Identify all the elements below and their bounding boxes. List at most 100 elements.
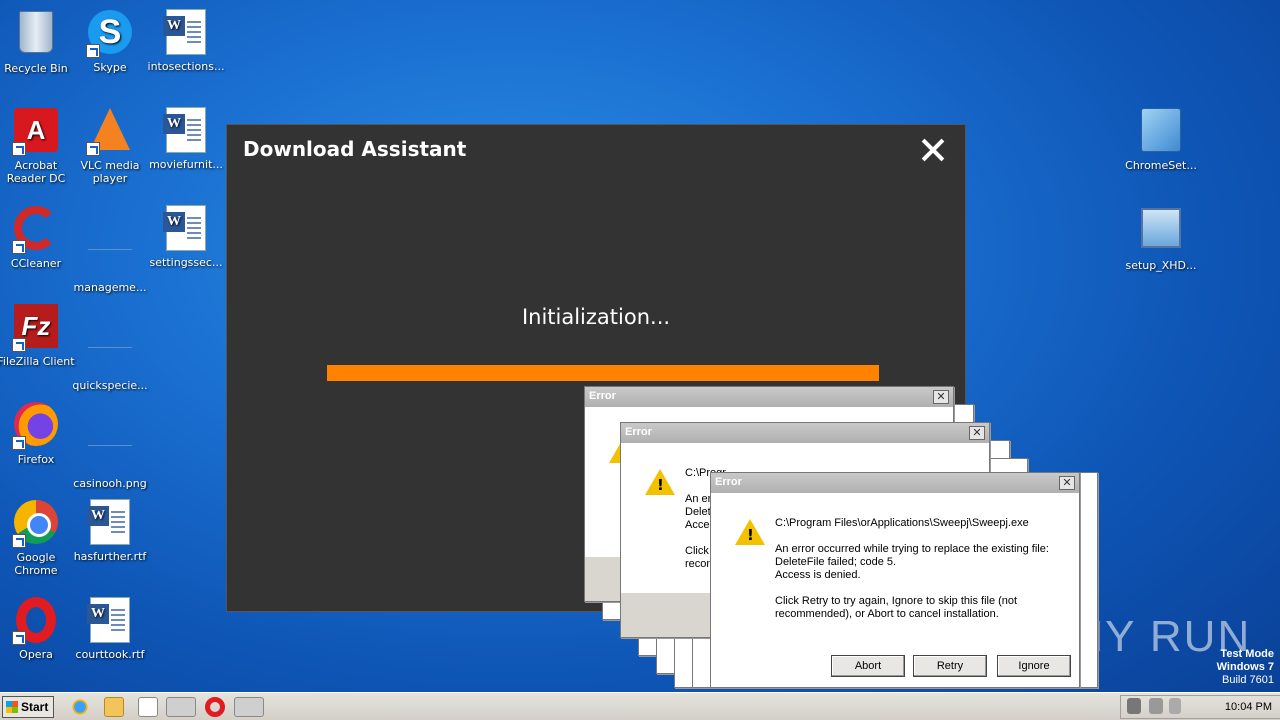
volume-icon[interactable] (1127, 698, 1141, 714)
file-icon (86, 230, 134, 278)
progress-bar (327, 365, 879, 381)
desktop-icon-label: courttook.rtf (75, 648, 145, 661)
dialog-title-bar: Error ✕ (621, 423, 989, 443)
taskbar: Start 10:04 PM (0, 692, 1280, 720)
desktop-icon-filezilla[interactable]: Fz FileZilla Client (0, 302, 75, 368)
image-file-icon (86, 426, 134, 474)
file-explorer-icon[interactable] (104, 697, 124, 717)
desktop-icon-label: quickspecie... (72, 379, 148, 392)
filezilla-icon: Fz (12, 304, 60, 352)
watermark-line: Test Mode (1220, 648, 1274, 660)
watermark-line: Windows 7 (1216, 661, 1274, 673)
error-line: Click Retry to try again, Ignore to skip… (775, 595, 1018, 607)
desktop-icon-chrome[interactable]: Google Chrome (0, 498, 75, 577)
close-icon[interactable]: ✕ (933, 390, 949, 404)
chrome-icon[interactable] (166, 697, 196, 717)
desktop-icon-label: ChromeSet... (1125, 159, 1197, 172)
start-button[interactable]: Start (2, 696, 54, 718)
progress-bar-fill (327, 365, 879, 381)
file-path: C:\Program Files\orApplications\Sweepj\S… (775, 517, 1029, 529)
desktop-icon-hasfurther[interactable]: W hasfurther.rtf (71, 498, 149, 563)
chrome-icon (12, 500, 60, 548)
error-dialog-front: Error ✕ C:\Program Files\orApplications\… (710, 472, 1080, 688)
ccleaner-icon[interactable] (234, 697, 264, 717)
abort-button[interactable]: Abort (831, 655, 905, 677)
test-mode-watermark: Test Mode Windows 7 Build 7601 (1217, 648, 1274, 687)
word-document-icon: W (86, 597, 134, 645)
installer-icon (1137, 108, 1185, 156)
desktop-icon-label: Firefox (17, 453, 55, 466)
file-icon (86, 328, 134, 376)
desktop-icon-label: settingssec... (149, 256, 223, 269)
desktop-icon-acrobat[interactable]: A Acrobat Reader DC (0, 106, 75, 185)
ignore-button[interactable]: Ignore (997, 655, 1071, 677)
window-title: Download Assistant (243, 137, 467, 161)
desktop-icon-label: moviefurnit... (149, 158, 223, 171)
error-line: DeleteFile failed; code 5. (775, 556, 897, 568)
recycle-bin-icon (12, 11, 60, 59)
desktop-icon-courttook[interactable]: W courttook.rtf (71, 596, 149, 661)
desktop-icon-firefox[interactable]: Firefox (0, 400, 75, 466)
desktop-icon-ccleaner[interactable]: CCleaner (0, 204, 75, 270)
desktop-icon-chromeset[interactable]: ChromeSet... (1122, 106, 1200, 172)
vlc-cone-icon (86, 108, 134, 156)
ccleaner-icon (12, 206, 60, 254)
media-player-icon[interactable] (138, 697, 158, 717)
close-icon[interactable]: ✕ (969, 426, 985, 440)
flag-icon[interactable] (1169, 698, 1181, 714)
clock[interactable]: 10:04 PM (1225, 701, 1272, 713)
dialog-title-bar: Error ✕ (711, 473, 1079, 493)
close-icon[interactable] (919, 135, 947, 163)
acrobat-icon: A (12, 108, 60, 156)
dialog-title-bar: Error ✕ (585, 387, 953, 407)
warning-icon (735, 519, 765, 545)
desktop-icon-settingssec[interactable]: W settingssec... (147, 204, 225, 269)
close-icon[interactable]: ✕ (1059, 476, 1075, 490)
error-line: recommended), or Abort to cancel install… (775, 608, 999, 620)
warning-icon (645, 469, 675, 495)
desktop-icon-vlc[interactable]: VLC media player (71, 106, 149, 185)
desktop-icon-label: VLC media player (80, 159, 140, 185)
dialog-title: Error (589, 390, 616, 402)
desktop-icon-quickspecie[interactable]: quickspecie... (71, 302, 149, 392)
desktop-icon-opera[interactable]: Opera (0, 596, 75, 661)
system-tray: 10:04 PM (1120, 695, 1280, 719)
desktop-icon-label: CCleaner (10, 257, 62, 270)
opera-icon[interactable] (205, 697, 225, 717)
desktop-icon-label: manageme... (73, 281, 147, 294)
desktop-icon-skype[interactable]: S Skype (71, 8, 149, 74)
firefox-icon (12, 402, 60, 450)
retry-button[interactable]: Retry (913, 655, 987, 677)
desktop-icon-moviefurnit[interactable]: W moviefurnit... (147, 106, 225, 171)
network-icon[interactable] (1149, 698, 1163, 714)
desktop-icon-label: intosections... (147, 60, 225, 73)
dialog-body: C:\Program Files\orApplications\Sweepj\S… (711, 493, 1079, 687)
desktop-icon-label: Skype (93, 61, 127, 74)
error-line: Delet (685, 506, 711, 518)
error-line: Access is denied. (775, 569, 861, 581)
desktop-icon-intosections[interactable]: W intosections... (147, 8, 225, 73)
skype-icon: S (86, 10, 134, 58)
dialog-footer: Abort Retry Ignore (711, 643, 1079, 687)
error-line: recon (685, 558, 713, 570)
desktop-icon-label: hasfurther.rtf (73, 550, 147, 563)
word-document-icon: W (162, 9, 210, 57)
desktop-icon-setup-xhd[interactable]: setup_XHD... (1122, 204, 1200, 272)
desktop-icon-casinooh[interactable]: casinooh.png (71, 400, 149, 490)
status-text: Initialization... (521, 305, 671, 329)
watermark-line: Build 7601 (1222, 674, 1274, 686)
word-document-icon: W (162, 205, 210, 253)
dialog-title: Error (715, 476, 742, 488)
desktop-icon-label: Opera (19, 648, 53, 661)
internet-explorer-icon[interactable] (70, 697, 90, 717)
desktop-icon-label: FileZilla Client (0, 355, 75, 368)
desktop-icon-label: Google Chrome (14, 551, 58, 577)
desktop-icon-label: Recycle Bin (4, 62, 68, 75)
dialog-title: Error (625, 426, 652, 438)
opera-icon (12, 597, 60, 645)
error-line: An error occurred while trying to replac… (775, 543, 1049, 555)
desktop-icon-recycle-bin[interactable]: Recycle Bin (0, 8, 75, 75)
desktop-icon-manageme[interactable]: manageme... (71, 204, 149, 294)
desktop-icon-label: Acrobat Reader DC (6, 159, 66, 185)
desktop-icon-label: casinooh.png (73, 477, 147, 490)
